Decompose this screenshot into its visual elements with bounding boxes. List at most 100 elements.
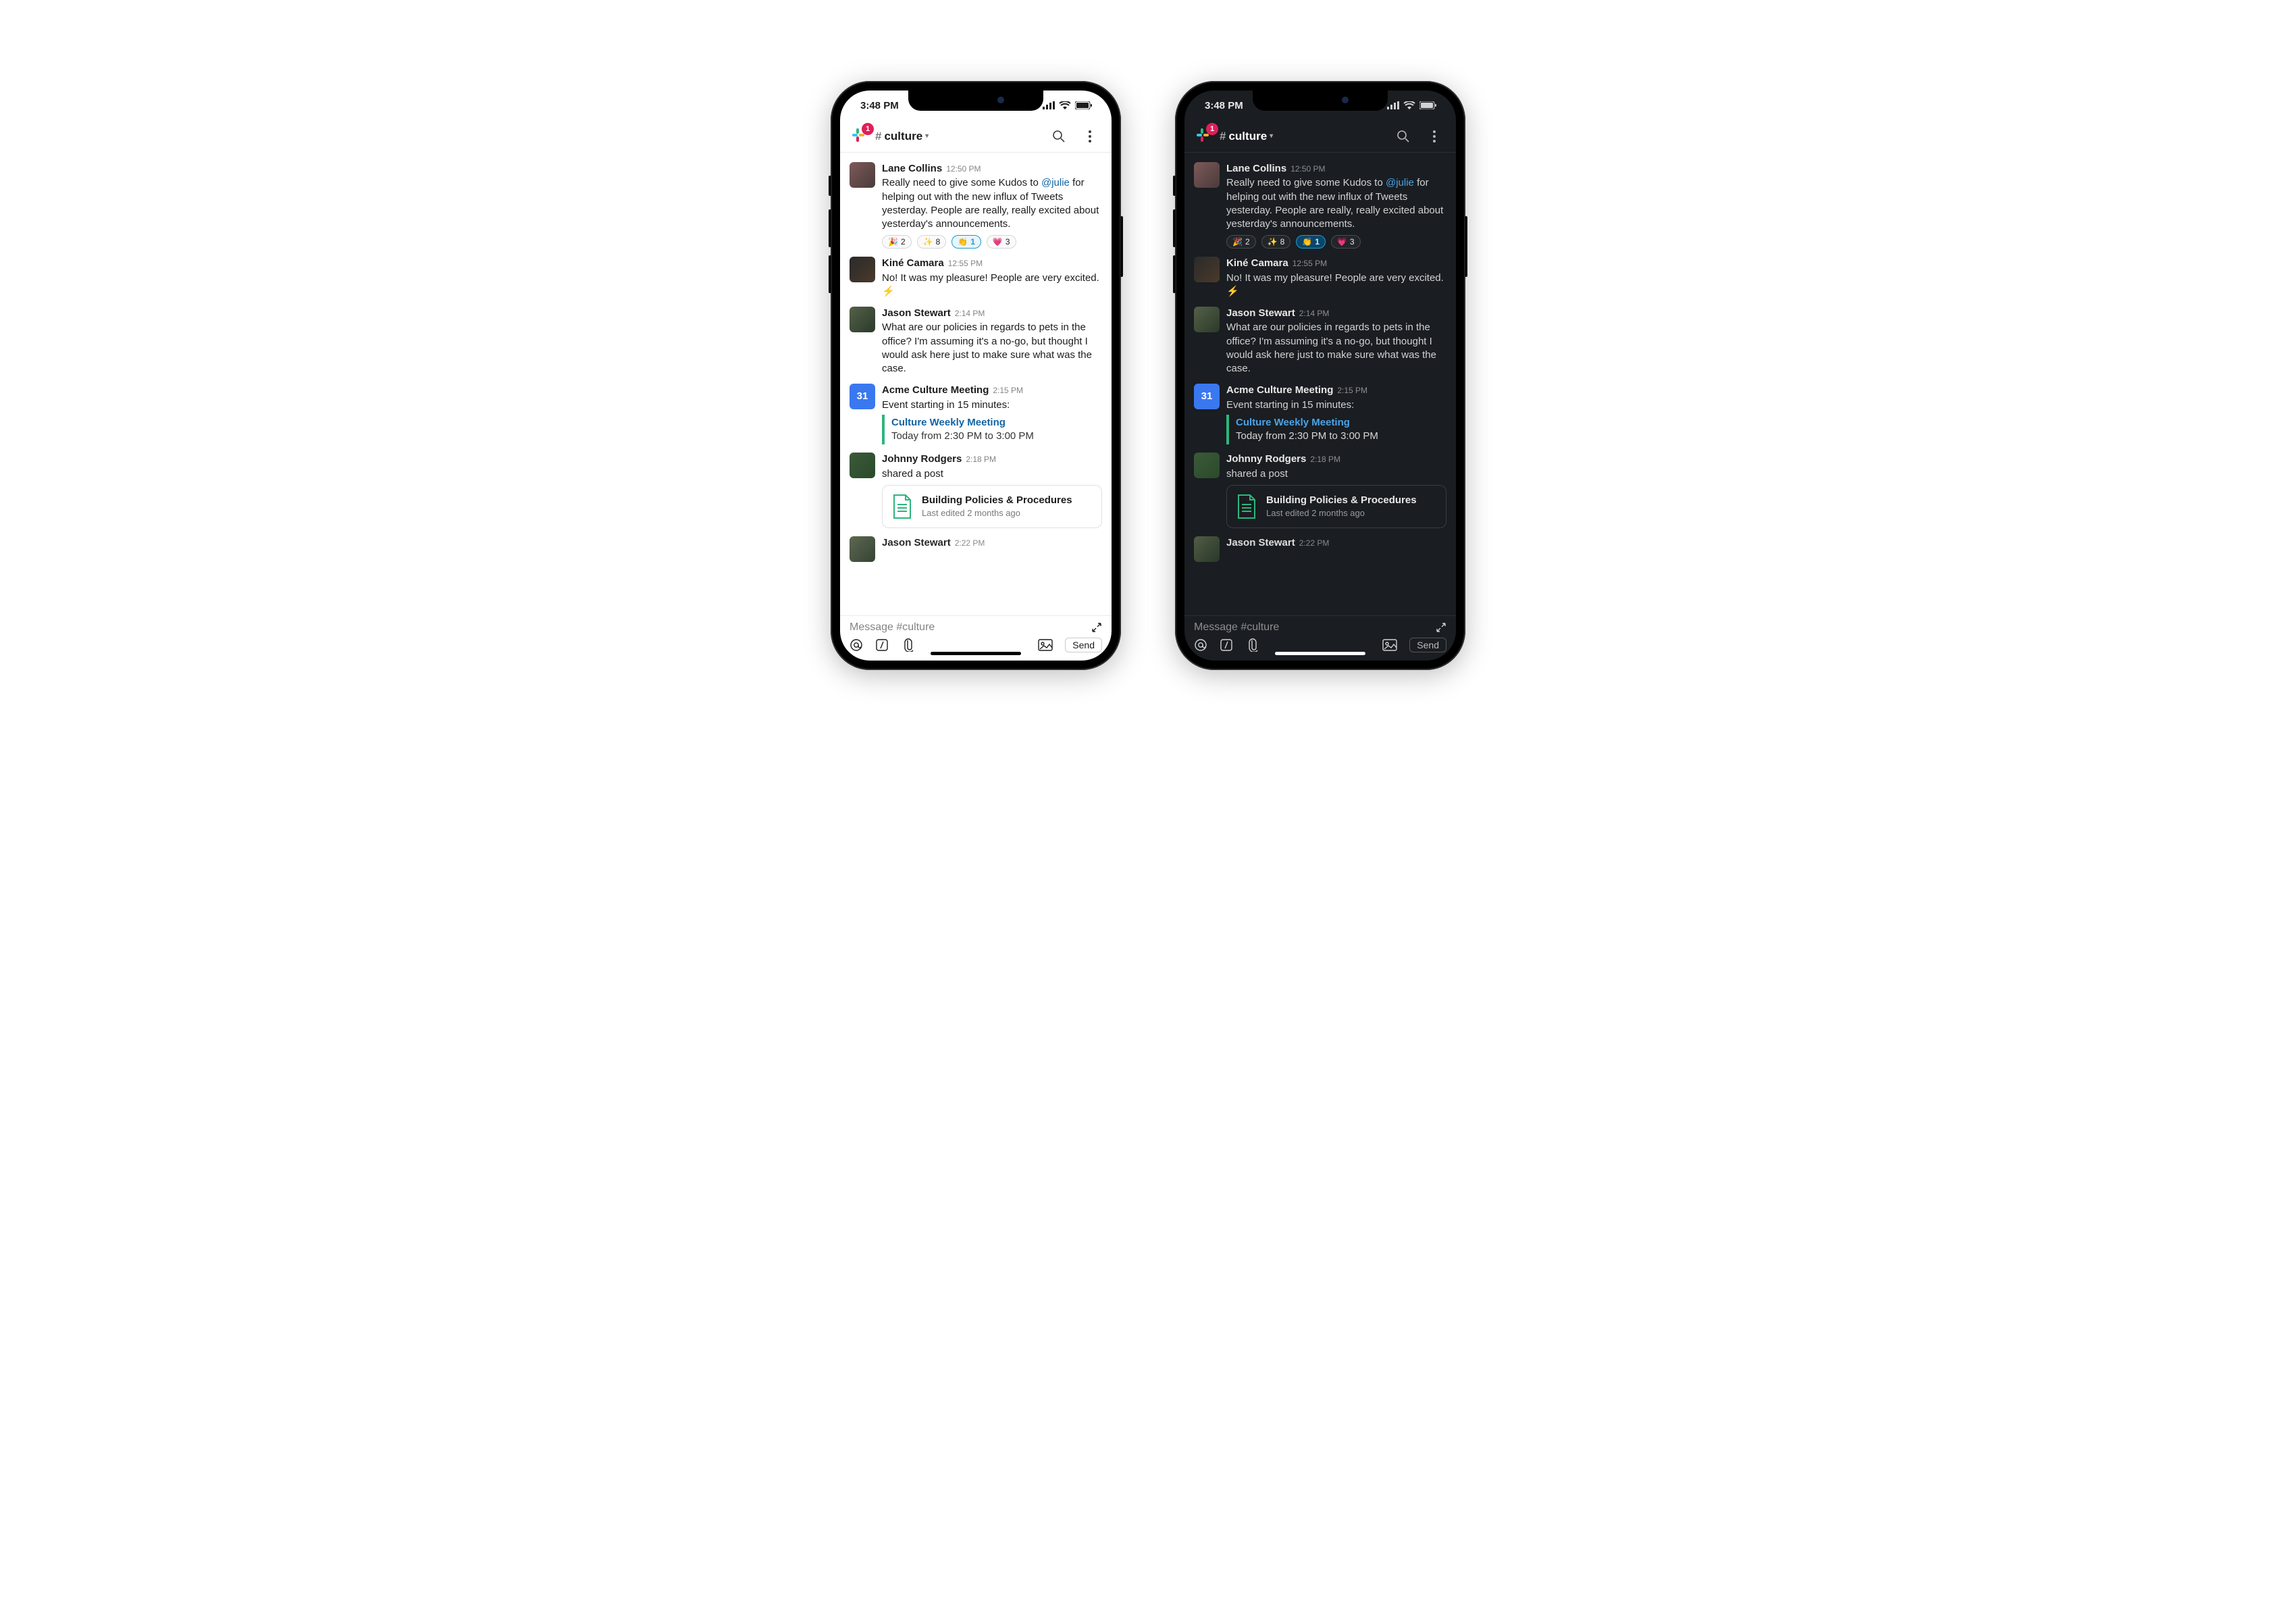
channel-name-button[interactable]: #culture ▾	[875, 130, 929, 143]
channel-header: 1 #culture ▾	[1184, 120, 1456, 153]
channel-name-button[interactable]: #culture ▾	[1220, 130, 1273, 143]
avatar[interactable]	[850, 536, 875, 562]
message-author: Acme Culture Meeting	[882, 384, 989, 397]
message-author: Kiné Camara	[882, 257, 944, 270]
event-title: Culture Weekly Meeting	[1236, 416, 1446, 430]
reaction[interactable]: 🎉2	[1226, 235, 1256, 249]
message-input[interactable]: Message #culture	[1194, 621, 1279, 634]
send-button[interactable]: Send	[1065, 638, 1102, 652]
attachment-icon[interactable]	[901, 638, 914, 652]
search-button[interactable]	[1391, 124, 1415, 149]
message[interactable]: Kiné Camara 12:55 PM No! It was my pleasu…	[1184, 253, 1456, 303]
reaction[interactable]: 💗3	[1331, 235, 1361, 249]
image-icon[interactable]	[1382, 639, 1397, 651]
message-author: Johnny Rodgers	[882, 453, 962, 466]
workspace-switcher[interactable]: 1	[850, 127, 868, 146]
slash-command-icon[interactable]	[875, 638, 889, 652]
message[interactable]: Jason Stewart2:14 PM What are our polici…	[840, 303, 1112, 380]
unread-badge: 1	[862, 123, 874, 135]
message-time: 12:55 PM	[1293, 258, 1327, 269]
chevron-down-icon: ▾	[925, 132, 929, 140]
message[interactable]: Jason Stewart2:22 PM	[840, 532, 1112, 566]
channel-hash: #	[875, 130, 881, 143]
home-indicator[interactable]	[931, 652, 1021, 655]
slash-command-icon[interactable]	[1220, 638, 1233, 652]
message-time: 2:15 PM	[993, 385, 1023, 396]
send-button[interactable]: Send	[1409, 638, 1446, 652]
channel-header: 1 #culture ▾	[840, 120, 1112, 153]
expand-icon[interactable]	[1436, 622, 1446, 633]
reaction[interactable]: 💗3	[987, 235, 1016, 249]
reactions: 🎉2 ✨8 👏1 💗3	[882, 235, 1102, 249]
avatar[interactable]	[1194, 307, 1220, 332]
post-attachment[interactable]: Building Policies & Procedures Last edit…	[1226, 485, 1446, 528]
mention[interactable]: @julie	[1386, 177, 1414, 188]
wifi-icon	[1403, 101, 1415, 109]
event-title: Culture Weekly Meeting	[891, 416, 1102, 430]
event-time: Today from 2:30 PM to 3:00 PM	[891, 430, 1102, 443]
avatar[interactable]	[850, 307, 875, 332]
message[interactable]: Johnny Rodgers2:18 PM shared a post Buil…	[1184, 448, 1456, 532]
attachment-icon[interactable]	[1245, 638, 1259, 652]
message-list[interactable]: Lane Collins12:50 PM Really need to give…	[840, 153, 1112, 615]
reaction-selected[interactable]: 👏1	[951, 235, 981, 249]
message[interactable]: Kiné Camara 12:55 PM No! It was my pleasu…	[840, 253, 1112, 303]
reaction-selected[interactable]: 👏1	[1296, 235, 1326, 249]
phone-dark: 3:48 PM 1 #culture ▾	[1175, 81, 1465, 670]
message-time: 2:14 PM	[1299, 308, 1330, 319]
reaction[interactable]: 🎉2	[882, 235, 912, 249]
message[interactable]: Jason Stewart2:22 PM	[1184, 532, 1456, 566]
post-attachment[interactable]: Building Policies & Procedures Last edit…	[882, 485, 1102, 528]
calendar-app-icon[interactable]: 31	[850, 384, 875, 409]
message-time: 2:22 PM	[955, 538, 985, 548]
message[interactable]: Johnny Rodgers2:18 PM shared a post Buil…	[840, 448, 1112, 532]
post-subtitle: Last edited 2 months ago	[922, 507, 1072, 519]
message-author: Kiné Camara	[1226, 257, 1288, 270]
mention-icon[interactable]	[850, 638, 863, 652]
channel-name: culture	[884, 130, 922, 143]
avatar[interactable]	[1194, 453, 1220, 478]
message-text: No! It was my pleasure! People are very …	[882, 272, 1102, 299]
calendar-app-icon[interactable]: 31	[1194, 384, 1220, 409]
avatar[interactable]	[850, 257, 875, 282]
message[interactable]: Lane Collins12:50 PM Really need to give…	[840, 158, 1112, 253]
home-indicator[interactable]	[1275, 652, 1365, 655]
message-time: 12:55 PM	[948, 258, 983, 269]
avatar[interactable]	[1194, 536, 1220, 562]
workspace-switcher[interactable]: 1	[1194, 127, 1213, 146]
message-time: 2:15 PM	[1337, 385, 1367, 396]
document-icon	[1236, 494, 1257, 519]
expand-icon[interactable]	[1091, 622, 1102, 633]
avatar[interactable]	[850, 162, 875, 188]
mention-icon[interactable]	[1194, 638, 1207, 652]
message-text: No! It was my pleasure! People are very …	[1226, 272, 1446, 299]
image-icon[interactable]	[1038, 639, 1053, 651]
search-icon	[1397, 130, 1410, 143]
reaction[interactable]: ✨8	[917, 235, 947, 249]
message-list[interactable]: Lane Collins12:50 PM Really need to give…	[1184, 153, 1456, 615]
document-icon	[892, 494, 912, 519]
message[interactable]: Jason Stewart2:14 PM What are our polici…	[1184, 303, 1456, 380]
post-title: Building Policies & Procedures	[1266, 494, 1417, 507]
reaction[interactable]: ✨8	[1261, 235, 1291, 249]
message[interactable]: Lane Collins12:50 PM Really need to give…	[1184, 158, 1456, 253]
avatar[interactable]	[1194, 257, 1220, 282]
mention[interactable]: @julie	[1041, 177, 1070, 188]
kebab-icon	[1433, 130, 1436, 143]
overflow-button[interactable]	[1078, 124, 1102, 149]
message-text: shared a post	[1226, 467, 1446, 481]
event-attachment[interactable]: Culture Weekly Meeting Today from 2:30 P…	[1226, 415, 1446, 445]
event-attachment[interactable]: Culture Weekly Meeting Today from 2:30 P…	[882, 415, 1102, 445]
avatar[interactable]	[1194, 162, 1220, 188]
message-input[interactable]: Message #culture	[850, 621, 935, 634]
message-time: 2:18 PM	[1310, 454, 1340, 465]
message[interactable]: 31 Acme Culture Meeting2:15 PM Event sta…	[1184, 380, 1456, 448]
avatar[interactable]	[850, 453, 875, 478]
reactions: 🎉2 ✨8 👏1 💗3	[1226, 235, 1446, 249]
kebab-icon	[1089, 130, 1091, 143]
search-button[interactable]	[1047, 124, 1071, 149]
message[interactable]: 31 Acme Culture Meeting2:15 PM Event sta…	[840, 380, 1112, 448]
overflow-button[interactable]	[1422, 124, 1446, 149]
message-author: Lane Collins	[1226, 162, 1286, 176]
phone-light: 3:48 PM 1 #culture ▾	[831, 81, 1121, 670]
